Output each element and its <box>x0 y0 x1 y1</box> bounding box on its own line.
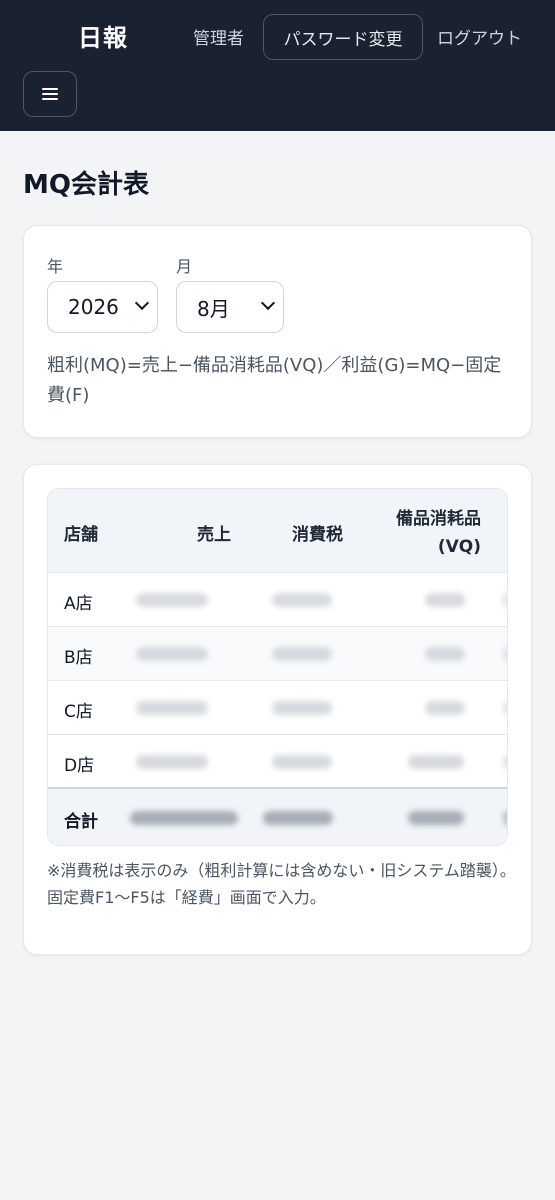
chevron-down-icon <box>260 295 276 311</box>
row-store-name: B店 <box>64 648 93 668</box>
table-row: D店 <box>48 735 507 789</box>
year-select[interactable]: 2026 <box>47 281 158 333</box>
page-title: MQ会計表 <box>23 170 149 200</box>
mq-table[interactable]: 店舗 売上 消費税 備品消耗品(VQ) A店 B店 C店 D店 合計 <box>47 488 508 846</box>
hamburger-icon <box>42 88 58 100</box>
redacted-value <box>504 593 507 607</box>
menu-toggle-button[interactable] <box>23 71 77 117</box>
month-label: 月 <box>176 257 193 276</box>
password-change-button[interactable]: パスワード変更 <box>263 14 423 60</box>
table-header-row: 店舗 売上 消費税 備品消耗品(VQ) <box>48 489 507 573</box>
logout-link[interactable]: ログアウト <box>437 24 522 49</box>
formula-text: 粗利(MQ)=売上−備品消耗品(VQ)／利益(G)=MQ−固定費(F) <box>47 355 502 406</box>
redacted-value <box>136 701 208 715</box>
year-label: 年 <box>47 257 64 276</box>
header-store: 店舗 <box>64 525 98 545</box>
filter-card: 年 2026 月 8月 粗利(MQ)=売上−備品消耗品(VQ)／利益(G)=MQ… <box>23 225 532 438</box>
redacted-value <box>425 701 465 715</box>
table-row: A店 <box>48 573 507 627</box>
redacted-value <box>504 811 507 825</box>
redacted-value <box>272 593 332 607</box>
row-store-name: D店 <box>64 756 95 776</box>
table-total-row: 合計 <box>48 789 507 845</box>
table-row: B店 <box>48 627 507 681</box>
month-select[interactable]: 8月 <box>176 281 284 333</box>
redacted-value <box>136 647 208 661</box>
header-tax: 消費税 <box>292 525 343 545</box>
table-footnote: ※消費税は表示のみ（粗利計算には含めない・旧システム踏襲）。固定費F1〜F5は「… <box>47 861 516 907</box>
chevron-down-icon <box>134 295 150 311</box>
redacted-value <box>504 647 507 661</box>
redacted-value <box>272 701 332 715</box>
row-store-name: C店 <box>64 702 93 722</box>
redacted-value <box>504 755 507 769</box>
header-sales: 売上 <box>197 525 231 545</box>
redacted-value <box>408 811 464 825</box>
table-row: C店 <box>48 681 507 735</box>
row-store-name: A店 <box>64 594 93 614</box>
year-select-value: 2026 <box>68 295 119 319</box>
month-select-value: 8月 <box>197 296 230 321</box>
redacted-value <box>136 593 208 607</box>
redacted-value <box>504 701 507 715</box>
app-brand[interactable]: 日報 <box>78 18 128 53</box>
redacted-value <box>272 755 332 769</box>
total-label: 合計 <box>64 812 98 832</box>
redacted-value <box>136 755 208 769</box>
top-navbar: 日報 管理者 パスワード変更 ログアウト <box>0 0 555 131</box>
header-vq: 備品消耗品(VQ) <box>396 509 481 557</box>
redacted-value <box>272 647 332 661</box>
redacted-value <box>130 811 238 825</box>
redacted-value <box>425 647 465 661</box>
nav-user-name: 管理者 <box>193 29 244 49</box>
redacted-value <box>408 755 464 769</box>
mq-table-card: 店舗 売上 消費税 備品消耗品(VQ) A店 B店 C店 D店 合計 ※消費税は… <box>23 464 532 955</box>
redacted-value <box>263 811 333 825</box>
redacted-value <box>425 593 465 607</box>
